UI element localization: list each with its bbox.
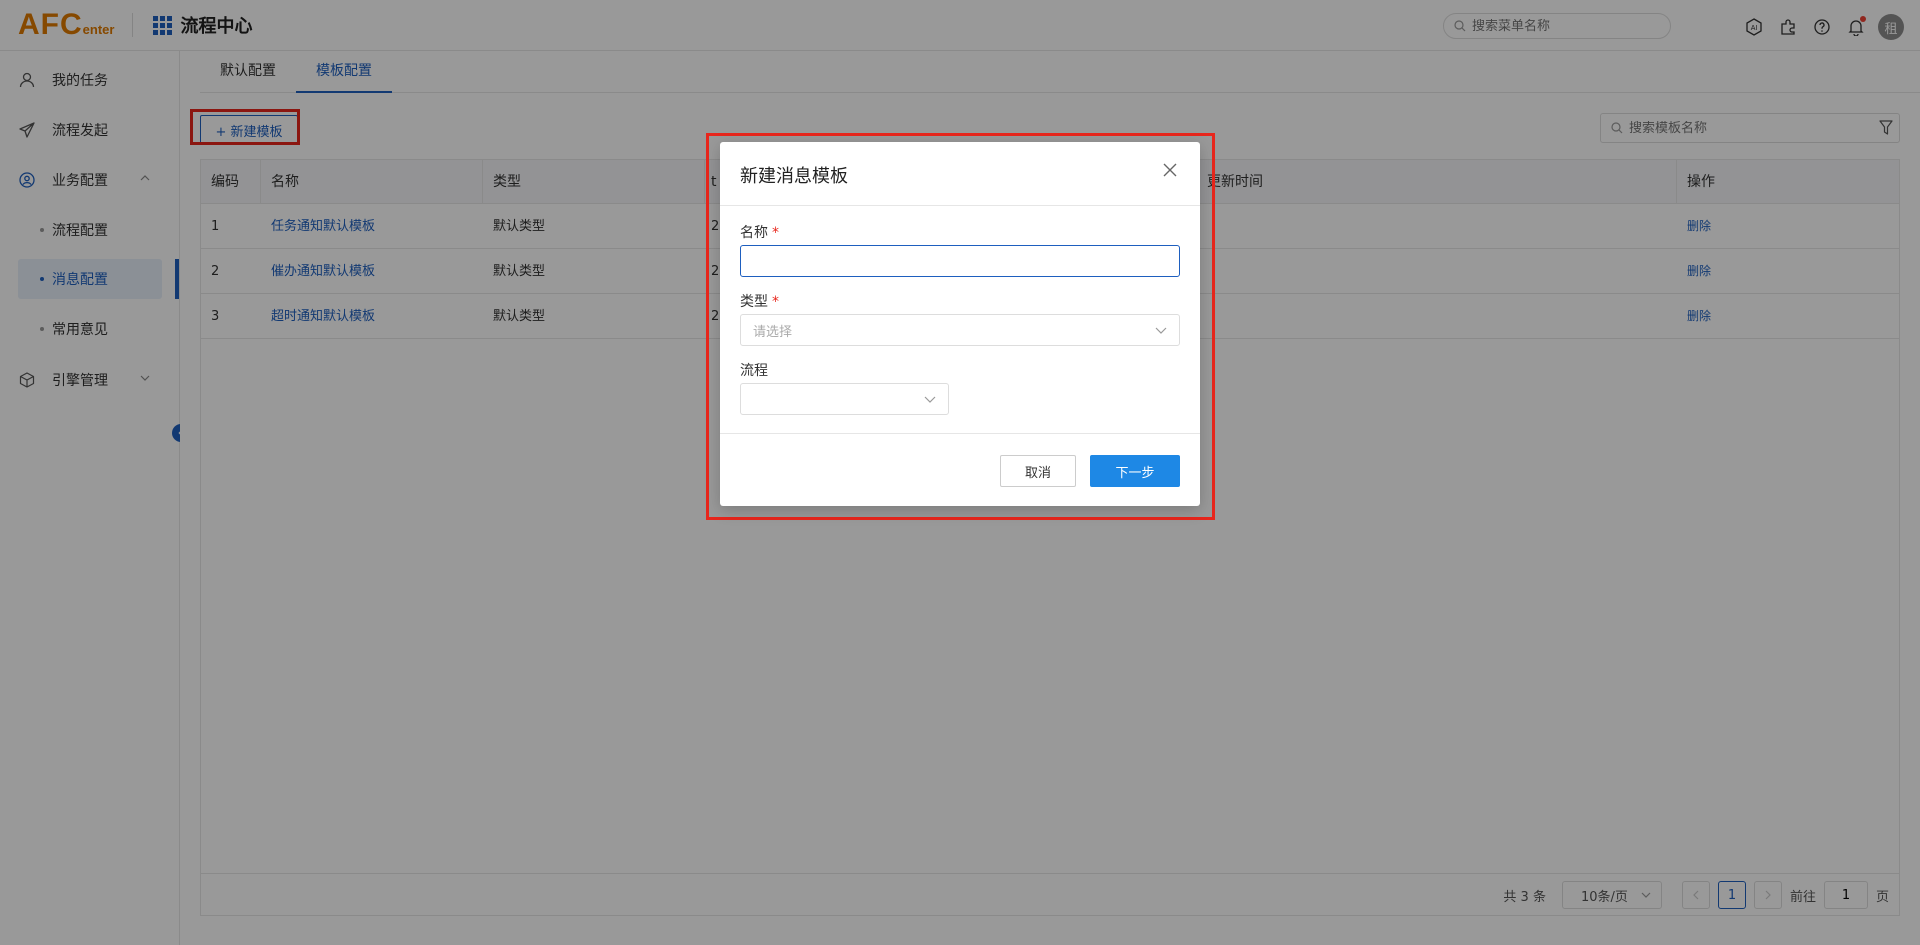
type-select-placeholder: 请选择 bbox=[753, 324, 793, 340]
dialog-header: 新建消息模板 bbox=[720, 142, 1200, 206]
name-field-label: 名称 * bbox=[740, 222, 779, 242]
dialog-footer: 取消 下一步 bbox=[720, 433, 1200, 506]
close-icon bbox=[1163, 163, 1177, 177]
type-label-text: 类型 bbox=[740, 294, 768, 310]
flow-select[interactable] bbox=[740, 383, 949, 415]
type-field-label: 类型 * bbox=[740, 291, 779, 311]
flow-label-text: 流程 bbox=[740, 363, 768, 379]
cancel-button[interactable]: 取消 bbox=[1000, 455, 1076, 487]
close-button[interactable] bbox=[1160, 160, 1180, 180]
chevron-down-icon bbox=[1155, 327, 1167, 334]
required-mark: * bbox=[772, 225, 779, 241]
dialog-title: 新建消息模板 bbox=[740, 166, 848, 187]
required-mark: * bbox=[772, 294, 779, 310]
chevron-down-icon bbox=[924, 396, 936, 403]
flow-field-label: 流程 bbox=[740, 360, 768, 380]
name-label-text: 名称 bbox=[740, 225, 768, 241]
next-step-button[interactable]: 下一步 bbox=[1090, 455, 1180, 487]
new-message-template-dialog: 新建消息模板 名称 * 类型 * 请选择 流程 取消 下一步 bbox=[720, 142, 1200, 506]
type-select[interactable]: 请选择 bbox=[740, 314, 1180, 346]
name-input[interactable] bbox=[740, 245, 1180, 277]
